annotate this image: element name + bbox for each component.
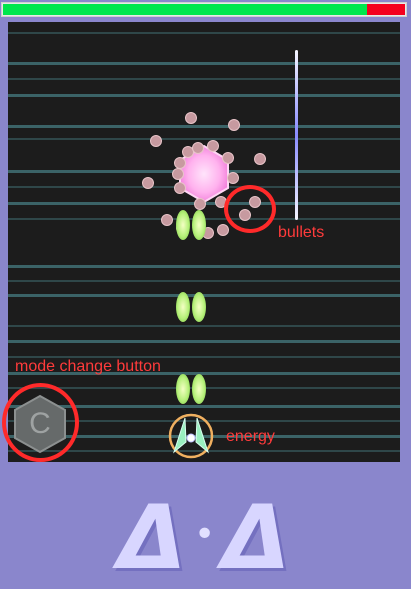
player-shot (192, 210, 206, 240)
background-line (8, 325, 400, 327)
enemy-bullet (228, 119, 240, 131)
enemy-bullet (192, 142, 204, 154)
enemy-bullet (207, 140, 219, 152)
enemy-bullet (194, 198, 206, 210)
enemy-bullet (185, 112, 197, 124)
background-line (8, 340, 400, 343)
background-line (8, 78, 400, 80)
enemy-bullet (254, 153, 266, 165)
logo-left-delta: Δ (118, 486, 187, 589)
health-bar (1, 2, 407, 17)
health-bar-fill (3, 4, 367, 15)
background-line (8, 62, 400, 65)
health-bar-empty (367, 4, 405, 15)
background-line (8, 94, 400, 97)
player-shot (176, 374, 190, 404)
mode-button-highlight-circle (2, 383, 79, 462)
triangle-ship-icon (168, 413, 214, 459)
player-shot (176, 292, 190, 322)
background-line (8, 138, 400, 140)
enemy-bullet (217, 224, 229, 236)
player-shot (176, 210, 190, 240)
player-shot (192, 374, 206, 404)
background-line (8, 265, 400, 268)
enemy-bullet (142, 177, 154, 189)
enemy-bullet (161, 214, 173, 226)
player-shot (192, 292, 206, 322)
mode-change-label: mode change button (15, 358, 161, 375)
background-line (8, 32, 400, 34)
laser-beam (295, 50, 298, 220)
background-line (8, 125, 400, 128)
game-logo: Δ • Δ (118, 486, 298, 589)
bullets-highlight-circle (224, 185, 276, 233)
bullets-label: bullets (278, 224, 325, 241)
logo-right-delta: Δ (222, 486, 291, 589)
enemy-bullet (174, 182, 186, 194)
energy-label: energy (226, 428, 275, 445)
enemy-bullet (222, 152, 234, 164)
enemy-bullet (150, 135, 162, 147)
logo-dot: • (194, 514, 216, 555)
enemy-bullet (227, 172, 239, 184)
background-line (8, 280, 400, 282)
enemy-bullet (172, 168, 184, 180)
